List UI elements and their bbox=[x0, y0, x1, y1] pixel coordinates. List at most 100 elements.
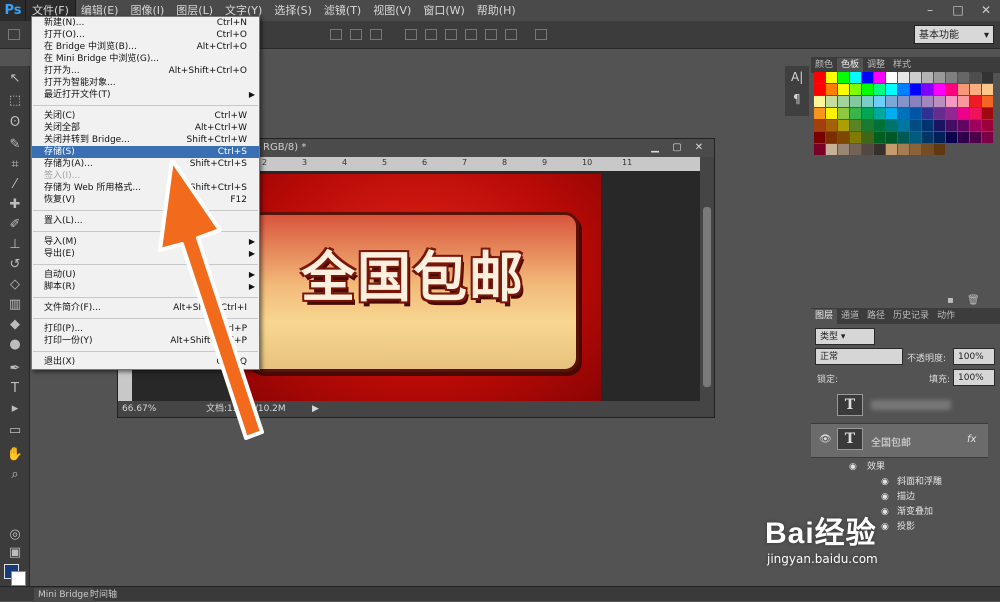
color-swatch[interactable] bbox=[814, 132, 825, 143]
color-swatch[interactable] bbox=[874, 108, 885, 119]
doc-close-button[interactable]: ✕ bbox=[688, 139, 710, 156]
color-swatch[interactable] bbox=[898, 132, 909, 143]
file-menu-item[interactable]: 新建(N)... Ctrl+N bbox=[32, 17, 259, 29]
marquee-tool-icon[interactable]: ⬚ bbox=[5, 92, 25, 110]
move-tool-icon[interactable]: ↖ bbox=[5, 70, 25, 88]
color-swatch[interactable] bbox=[826, 72, 837, 83]
color-swatch[interactable] bbox=[886, 108, 897, 119]
color-swatch[interactable] bbox=[958, 72, 969, 83]
color-swatch[interactable] bbox=[886, 132, 897, 143]
visibility-eye-icon[interactable]: 👁 bbox=[819, 434, 832, 445]
doc-minimize-button[interactable]: ▁ bbox=[644, 139, 666, 156]
color-swatch[interactable] bbox=[826, 120, 837, 131]
hand-tool-icon[interactable]: ✋ bbox=[5, 446, 25, 464]
color-swatch[interactable] bbox=[838, 144, 849, 155]
doc-maximize-button[interactable]: ▢ bbox=[666, 139, 688, 156]
color-swatch[interactable] bbox=[886, 84, 897, 95]
distribute-icon[interactable] bbox=[465, 29, 477, 40]
color-swatch[interactable] bbox=[898, 120, 909, 131]
color-swatch[interactable] bbox=[982, 108, 993, 119]
color-swatch[interactable] bbox=[946, 120, 957, 131]
effect-eye-icon[interactable]: ◉ bbox=[881, 475, 889, 490]
color-swatch[interactable] bbox=[922, 108, 933, 119]
fill-field[interactable]: 100% bbox=[953, 369, 995, 386]
file-menu-item[interactable]: 在 Mini Bridge 中浏览(G)... bbox=[32, 53, 259, 65]
align-icon[interactable] bbox=[350, 29, 362, 40]
color-swatch[interactable] bbox=[886, 120, 897, 131]
color-swatch[interactable] bbox=[814, 120, 825, 131]
file-menu-item[interactable]: 存储(S) Ctrl+S bbox=[32, 146, 259, 158]
menu-filter[interactable]: 滤镜(T) bbox=[318, 0, 367, 21]
color-swatch[interactable] bbox=[826, 96, 837, 107]
color-swatch[interactable] bbox=[910, 108, 921, 119]
color-swatch[interactable] bbox=[970, 108, 981, 119]
color-swatch[interactable] bbox=[826, 144, 837, 155]
color-swatch[interactable] bbox=[958, 132, 969, 143]
color-swatch[interactable] bbox=[910, 96, 921, 107]
vertical-scrollbar[interactable] bbox=[700, 157, 714, 403]
color-swatch[interactable] bbox=[922, 72, 933, 83]
color-swatch[interactable] bbox=[982, 96, 993, 107]
maximize-button[interactable]: □ bbox=[944, 0, 972, 21]
color-swatch[interactable] bbox=[826, 84, 837, 95]
history-brush-tool-icon[interactable]: ↺ bbox=[5, 256, 25, 274]
color-swatch[interactable] bbox=[826, 132, 837, 143]
color-swatch[interactable] bbox=[970, 72, 981, 83]
color-swatch[interactable] bbox=[898, 72, 909, 83]
effects-group[interactable]: ◉ 效果 bbox=[811, 460, 988, 475]
color-swatch[interactable] bbox=[922, 132, 933, 143]
color-swatch[interactable] bbox=[946, 84, 957, 95]
blend-mode-select[interactable]: 正常 bbox=[815, 348, 903, 365]
workspace-select[interactable]: 基本功能 bbox=[914, 25, 994, 45]
brush-tool-icon[interactable]: ✐ bbox=[5, 216, 25, 234]
color-swatch[interactable] bbox=[814, 72, 825, 83]
color-swatch[interactable] bbox=[814, 144, 825, 155]
color-swatch[interactable] bbox=[874, 96, 885, 107]
scrollbar-thumb[interactable] bbox=[703, 207, 711, 387]
color-swatch[interactable] bbox=[970, 96, 981, 107]
color-swatch[interactable] bbox=[850, 144, 861, 155]
effect-eye-icon[interactable]: ◉ bbox=[881, 490, 889, 505]
color-swatch[interactable] bbox=[862, 108, 873, 119]
layer-row-selected[interactable]: 👁 T 全国包邮 fx bbox=[811, 424, 988, 458]
effect-eye-icon[interactable]: ◉ bbox=[881, 520, 889, 535]
color-swatch[interactable] bbox=[862, 144, 873, 155]
color-swatch[interactable] bbox=[850, 72, 861, 83]
distribute-icon[interactable] bbox=[405, 29, 417, 40]
color-swatch[interactable] bbox=[838, 108, 849, 119]
file-menu-item[interactable]: 打开为智能对象... bbox=[32, 77, 259, 89]
color-swatch[interactable] bbox=[886, 144, 897, 155]
new-swatch-icon[interactable]: ▪ bbox=[947, 295, 954, 306]
tab-mini-bridge[interactable]: Mini Bridge bbox=[34, 588, 93, 602]
layer-fx-icon[interactable]: fx bbox=[967, 434, 976, 445]
effect-item[interactable]: ◉ 描边 bbox=[811, 490, 988, 505]
color-swatch[interactable] bbox=[850, 132, 861, 143]
tab-color[interactable]: 颜色 bbox=[811, 58, 837, 73]
shape-tool-icon[interactable]: ▭ bbox=[5, 422, 25, 440]
color-swatch[interactable] bbox=[838, 120, 849, 131]
distribute-icon[interactable] bbox=[505, 29, 517, 40]
color-swatch[interactable] bbox=[934, 120, 945, 131]
color-swatch[interactable] bbox=[838, 132, 849, 143]
align-icon[interactable] bbox=[330, 29, 342, 40]
color-swatch[interactable] bbox=[862, 84, 873, 95]
color-swatch[interactable] bbox=[886, 72, 897, 83]
color-swatch[interactable] bbox=[982, 72, 993, 83]
tab-adjustments[interactable]: 调整 bbox=[863, 58, 889, 73]
color-swatch[interactable] bbox=[934, 96, 945, 107]
color-swatch[interactable] bbox=[874, 72, 885, 83]
auto-align-icon[interactable] bbox=[535, 29, 547, 40]
color-swatch[interactable] bbox=[862, 72, 873, 83]
color-swatch[interactable] bbox=[934, 144, 945, 155]
color-swatch[interactable] bbox=[922, 96, 933, 107]
color-swatch[interactable] bbox=[982, 132, 993, 143]
crop-tool-icon[interactable]: ⌗ bbox=[5, 156, 25, 174]
color-swatch[interactable] bbox=[850, 120, 861, 131]
file-menu-item[interactable]: 打开为... Alt+Shift+Ctrl+O bbox=[32, 65, 259, 77]
file-menu-item[interactable]: 关闭并转到 Bridge... Shift+Ctrl+W bbox=[32, 134, 259, 146]
quick-select-tool-icon[interactable]: ✎ bbox=[5, 136, 25, 154]
color-swatch[interactable] bbox=[838, 84, 849, 95]
eraser-tool-icon[interactable]: ◇ bbox=[5, 276, 25, 294]
menu-window[interactable]: 窗口(W) bbox=[417, 0, 470, 21]
color-swatch[interactable] bbox=[874, 132, 885, 143]
